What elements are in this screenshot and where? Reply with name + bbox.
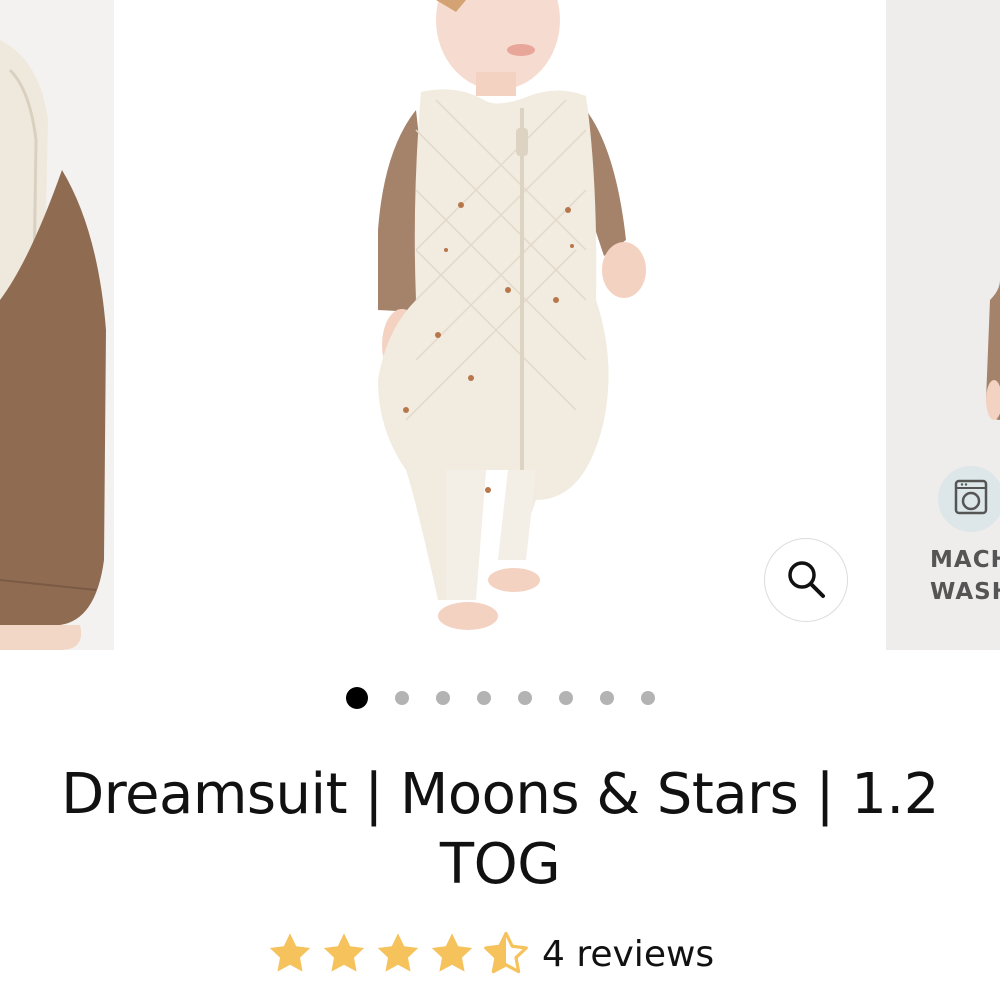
carousel-dot-2[interactable] [395, 691, 409, 705]
previous-slide-image[interactable] [0, 0, 114, 650]
carousel-dot-3[interactable] [436, 691, 450, 705]
product-rating[interactable]: 4 reviews [266, 926, 714, 982]
carousel-dot-5[interactable] [518, 691, 532, 705]
product-title: Dreamsuit | Moons & Stars | 1.2 TOG [61, 762, 939, 897]
carousel-dot-8[interactable] [641, 691, 655, 705]
carousel-dot-7[interactable] [600, 691, 614, 705]
carousel-dot-4[interactable] [477, 691, 491, 705]
rating-stars [266, 931, 530, 977]
washing-machine-badge [938, 466, 1000, 532]
toddler-dreamsuit-illustration [378, 0, 646, 630]
star-icon [320, 931, 368, 977]
carousel-pagination [0, 686, 1000, 710]
search-icon [785, 558, 827, 603]
star-icon [266, 931, 314, 977]
reviews-link[interactable]: 4 reviews [542, 934, 714, 975]
washing-machine-icon [951, 477, 991, 522]
previous-slide-illustration [0, 0, 114, 650]
carousel-dot-6[interactable] [559, 691, 573, 705]
star-icon [374, 931, 422, 977]
carousel-dot-1[interactable] [346, 687, 368, 709]
zoom-button[interactable] [764, 538, 848, 622]
machine-washable-label: MACH WASHA [930, 547, 1000, 605]
product-image-carousel[interactable]: MACH WASHA [0, 0, 1000, 650]
star-icon [428, 931, 476, 977]
main-product-image[interactable] [116, 0, 886, 650]
half-star-icon [482, 931, 530, 977]
